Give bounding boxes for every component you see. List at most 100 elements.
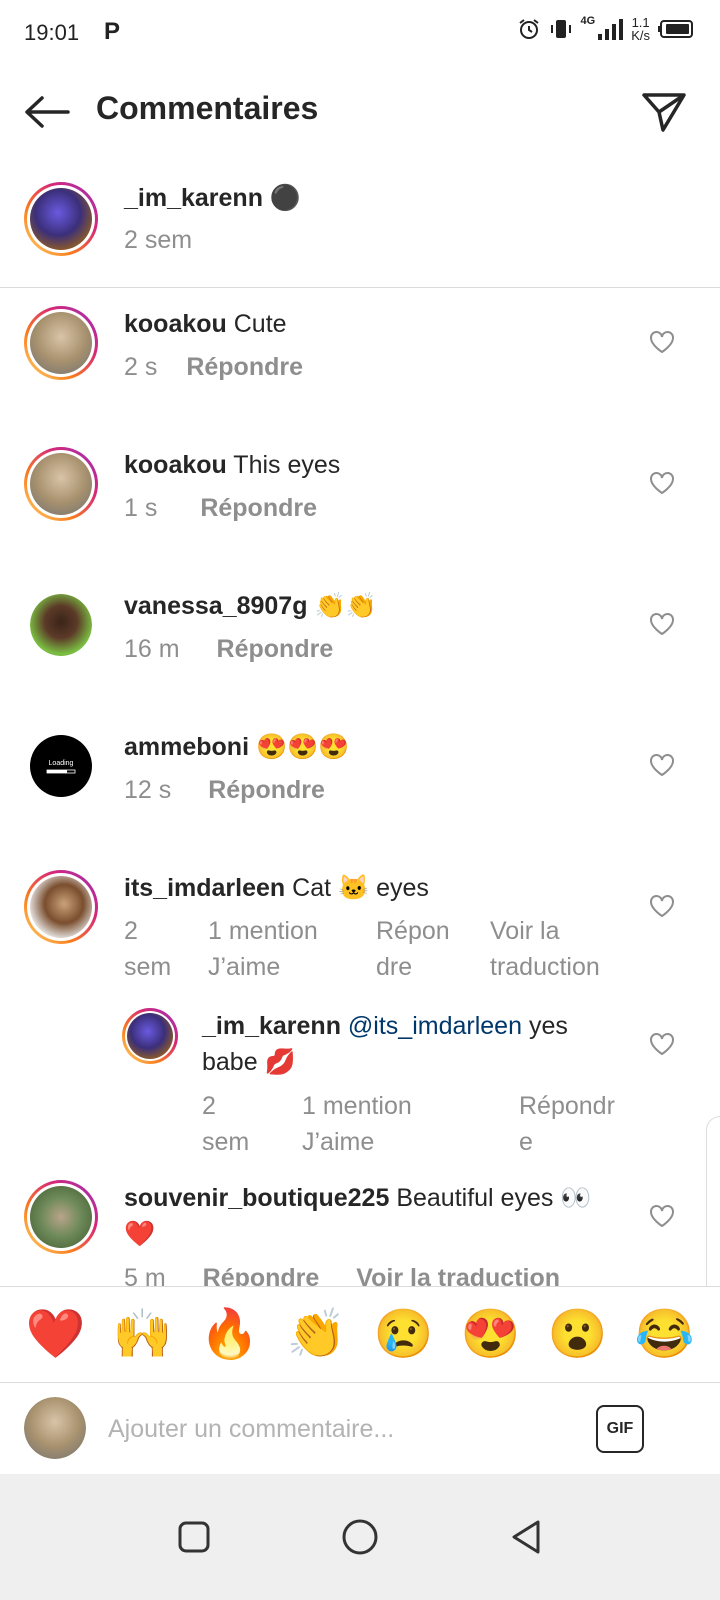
send-button[interactable] [638,86,690,138]
home-button[interactable] [332,1509,388,1565]
like-button[interactable] [648,469,676,497]
comment-input[interactable] [108,1407,568,1451]
comment-meta: 16 m Répondre [124,631,333,667]
home-icon [342,1519,378,1555]
emoji-raised-hands-button[interactable]: 🙌 [113,1310,173,1359]
post-caption: _im_karenn ⚫ 2 sem [0,176,720,288]
comment-row: souvenir_boutique225 Beautiful eyes 👀 ❤️… [0,1180,720,1286]
likes-count[interactable]: 1 mention J’aime [302,1088,412,1160]
comment-input-bar: GIF [0,1382,720,1474]
avatar[interactable] [24,306,98,380]
system-nav-bar [0,1474,720,1600]
comment-text: 👏👏 [314,592,377,620]
comment-text: This eyes [233,451,341,479]
comment-meta: 1 s Répondre [124,490,317,526]
recent-apps-button[interactable] [166,1509,222,1565]
comment-username[interactable]: _im_karenn [202,1012,341,1040]
comment-username[interactable]: ammeboni [124,733,249,761]
comment-time: 12 s [124,776,172,804]
page-title: Commentaires [96,90,319,126]
reply-button[interactable]: Répondre [208,776,325,804]
avatar[interactable] [24,182,98,256]
emoji-surprised-button[interactable]: 😮 [548,1310,608,1359]
send-icon [642,93,686,132]
emoji-laughing-button[interactable]: 😂 [635,1310,695,1359]
reply-button[interactable]: Répondre [376,913,450,985]
gif-button[interactable]: GIF [596,1405,644,1453]
comment-username[interactable]: its_imdarleen [124,874,285,902]
emoji-heart-eyes-button[interactable]: 😍 [461,1310,521,1359]
avatar[interactable] [30,594,92,656]
comment-time: 2 sem [124,917,172,981]
reply-button[interactable]: Répondre [203,1264,320,1286]
heart-outline-icon [650,895,674,918]
back-nav-icon [512,1520,540,1554]
comment-row: vanessa_8907g 👏👏 16 m Répondre [0,588,720,688]
back-button[interactable] [22,88,72,136]
like-button[interactable] [648,892,676,920]
comment-text-continued: ❤️ [124,1220,156,1248]
comment-text: 😍😍😍 [255,733,350,761]
heart-outline-icon [650,1033,674,1056]
heart-outline-icon [650,1205,674,1228]
emoji-heart-button[interactable]: ❤️ [26,1310,86,1359]
avatar[interactable] [24,1180,98,1254]
comment-time: 16 m [124,635,180,663]
recent-apps-icon [178,1521,210,1553]
emoji-clap-button[interactable]: 👏 [287,1310,347,1359]
avatar[interactable]: Loading [30,735,92,797]
network-speed: 1.1 K/s [631,15,650,43]
comment-time: 2 sem [202,1092,250,1156]
comment-username[interactable]: kooakou [124,451,227,479]
heart-outline-icon [650,331,674,354]
avatar[interactable] [24,870,98,944]
like-button[interactable] [648,1202,676,1230]
caption-username[interactable]: _im_karenn [124,184,263,212]
translate-button[interactable]: Voir la traduction [356,1264,560,1286]
like-button[interactable] [648,328,676,356]
quick-emoji-bar: ❤️ 🙌 🔥 👏 😢 😍 😮 😂 [0,1286,720,1382]
likes-count[interactable]: 1 mention J’aime [208,913,318,985]
like-button[interactable] [648,751,676,779]
network-type-icon: 4G [580,15,596,27]
reply-button[interactable]: Répondre [200,494,317,522]
avatar[interactable] [24,447,98,521]
caption-time: 2 sem [124,226,193,254]
comment-text: Cute [233,310,287,338]
like-button[interactable] [648,610,676,638]
loading-logo-icon: Loading [46,760,76,774]
like-button[interactable] [648,1030,676,1058]
comment-meta: 5 m Répondre Voir la traduction [124,1260,560,1286]
emoji-fire-button[interactable]: 🔥 [200,1310,260,1359]
reply-button[interactable]: Répondre [217,635,334,663]
heart-outline-icon [650,472,674,495]
heart-outline-icon [650,613,674,636]
comment-time: 1 s [124,494,158,522]
comment-text-continued: babe 💋 [202,1048,296,1076]
comment-time: 2 s [124,353,158,381]
battery-icon [658,20,693,38]
comment-row: kooakou This eyes 1 s Répondre [0,447,720,547]
p-notification-icon: P [104,18,121,45]
signal-icon [598,19,624,40]
comment-row: Loading ammeboni 😍😍😍 12 s Répondre [0,729,720,829]
caption-text: ⚫ [269,184,302,212]
reply-button[interactable]: Répondre [519,1088,615,1160]
heart-outline-icon [650,754,674,777]
comment-username[interactable]: souvenir_boutique225 [124,1184,389,1212]
comment-username[interactable]: vanessa_8907g [124,592,307,620]
reply-button[interactable]: Répondre [186,353,303,381]
mention-link[interactable]: @its_imdarleen [348,1012,522,1040]
translate-button[interactable]: Voir la traduction [490,913,600,985]
emoji-crying-button[interactable]: 😢 [374,1310,434,1359]
reply-row: _im_karenn @its_imdarleen yes babe 💋 2 se… [0,1008,720,1168]
comment-username[interactable]: kooakou [124,310,227,338]
avatar[interactable] [122,1008,178,1064]
back-arrow-icon [25,96,70,128]
avatar [24,1397,86,1459]
comment-text: Cat 🐱 eyes [292,874,429,902]
vibrate-icon [550,20,571,38]
back-nav-button[interactable] [498,1509,554,1565]
comment-row: its_imdarleen Cat 🐱 eyes 2 sem 1 mention J… [0,870,720,1000]
status-time: 19:01 [24,20,80,45]
